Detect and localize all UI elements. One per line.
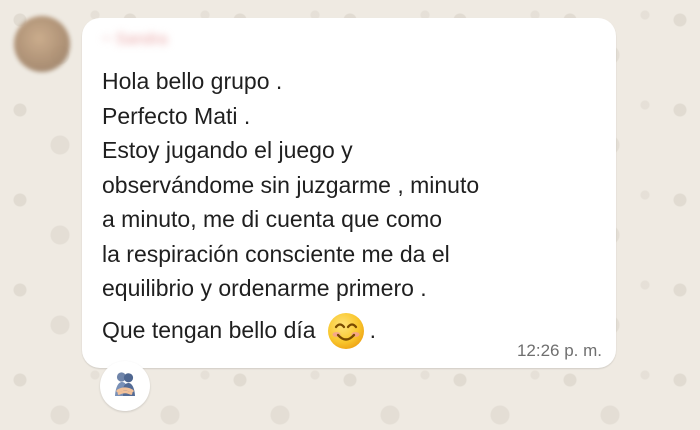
message-line: a minuto, me di cuenta que como — [102, 206, 443, 232]
message-line: Que tengan bello día — [102, 317, 316, 344]
message-body: Hola bello grupo . Perfecto Mati . Estoy… — [102, 64, 602, 351]
message-timestamp: 12:26 p. m. — [516, 341, 602, 360]
people-hugging-icon — [110, 369, 140, 404]
message-line: observándome sin juzgarme , minuto — [102, 171, 480, 198]
message-line-suffix: . — [369, 317, 376, 344]
message-line: Hola bello grupo . — [102, 68, 283, 94]
message-line: Estoy jugando el juego y — [102, 137, 353, 163]
message-line: la respiración consciente me da el — [102, 240, 450, 267]
smiling-face-emoji-icon — [326, 311, 366, 351]
sender-avatar[interactable] — [14, 16, 70, 72]
message-line: Perfecto Mati . — [102, 102, 251, 129]
reaction-badge[interactable] — [100, 361, 150, 411]
message-line: equilibrio y ordenarme primero . — [102, 275, 427, 301]
sender-name[interactable]: ~ Sandra — [102, 28, 198, 52]
